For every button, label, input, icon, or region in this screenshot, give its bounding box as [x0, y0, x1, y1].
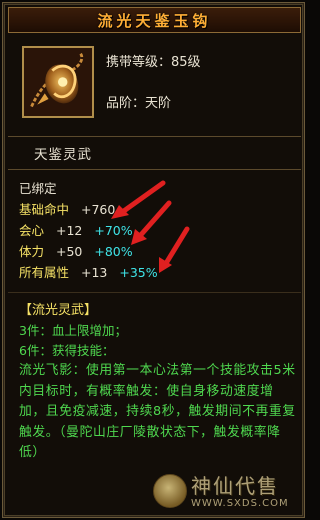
item-header: 携带等级：85级 品阶：天阶 [8, 36, 301, 136]
carry-level: 携带等级：85级 [106, 51, 201, 70]
attribute-base: +50 [55, 244, 83, 259]
set-piece-6: 6件：获得技能： [19, 343, 115, 358]
item-title-bar: 流光天鉴玉钩 [8, 7, 301, 33]
divider [8, 292, 301, 293]
item-name: 流光天鉴玉钩 [97, 11, 212, 30]
set-title: 【流光灵武】 [19, 303, 98, 318]
set-bonus-section: 【流光灵武】 3件：血上限增加； 6件：获得技能： 流光飞影：使用第一本心法第一… [19, 301, 301, 464]
carry-level-label: 携带等级： [106, 55, 172, 70]
set-skill-description: 流光飞影：使用第一本心法第一个技能攻击5米内目标时，有概率触发：使自身移动速度增… [19, 363, 296, 460]
attribute-label: 基础命中 [19, 202, 70, 217]
item-type: 天鉴灵武 [34, 147, 92, 163]
grade-value: 天阶 [145, 96, 172, 111]
attribute-label: 体力 [19, 244, 45, 259]
carry-level-value: 85级 [171, 55, 201, 70]
item-grade: 品阶：天阶 [106, 92, 171, 111]
attribute-label: 会心 [19, 223, 45, 238]
watermark-url: WWW.SXDS.COM [191, 497, 289, 509]
attribute-base: +13 [80, 265, 108, 280]
set-piece-3: 3件：血上限增加； [19, 323, 127, 338]
grade-label: 品阶： [106, 96, 146, 111]
watermark-text: 神仙代售 WWW.SXDS.COM [191, 474, 289, 509]
red-arrow-icon [159, 226, 190, 273]
attribute-label: 所有属性 [19, 265, 70, 280]
attribute-base: +12 [55, 223, 83, 238]
attribute-bonus: +35% [119, 265, 158, 280]
divider [8, 169, 301, 170]
watermark-logo-icon [153, 474, 187, 508]
watermark-main: 神仙代售 [191, 473, 279, 498]
item-type-row: 天鉴灵武 [8, 137, 301, 169]
hook-weapon-icon [22, 46, 94, 118]
item-tooltip: 流光天鉴玉钩 携带等级：85级 品阶：天阶 天鉴灵武 已绑定 基础命中 +760… [2, 2, 305, 518]
watermark: 神仙代售 WWW.SXDS.COM [153, 465, 303, 517]
